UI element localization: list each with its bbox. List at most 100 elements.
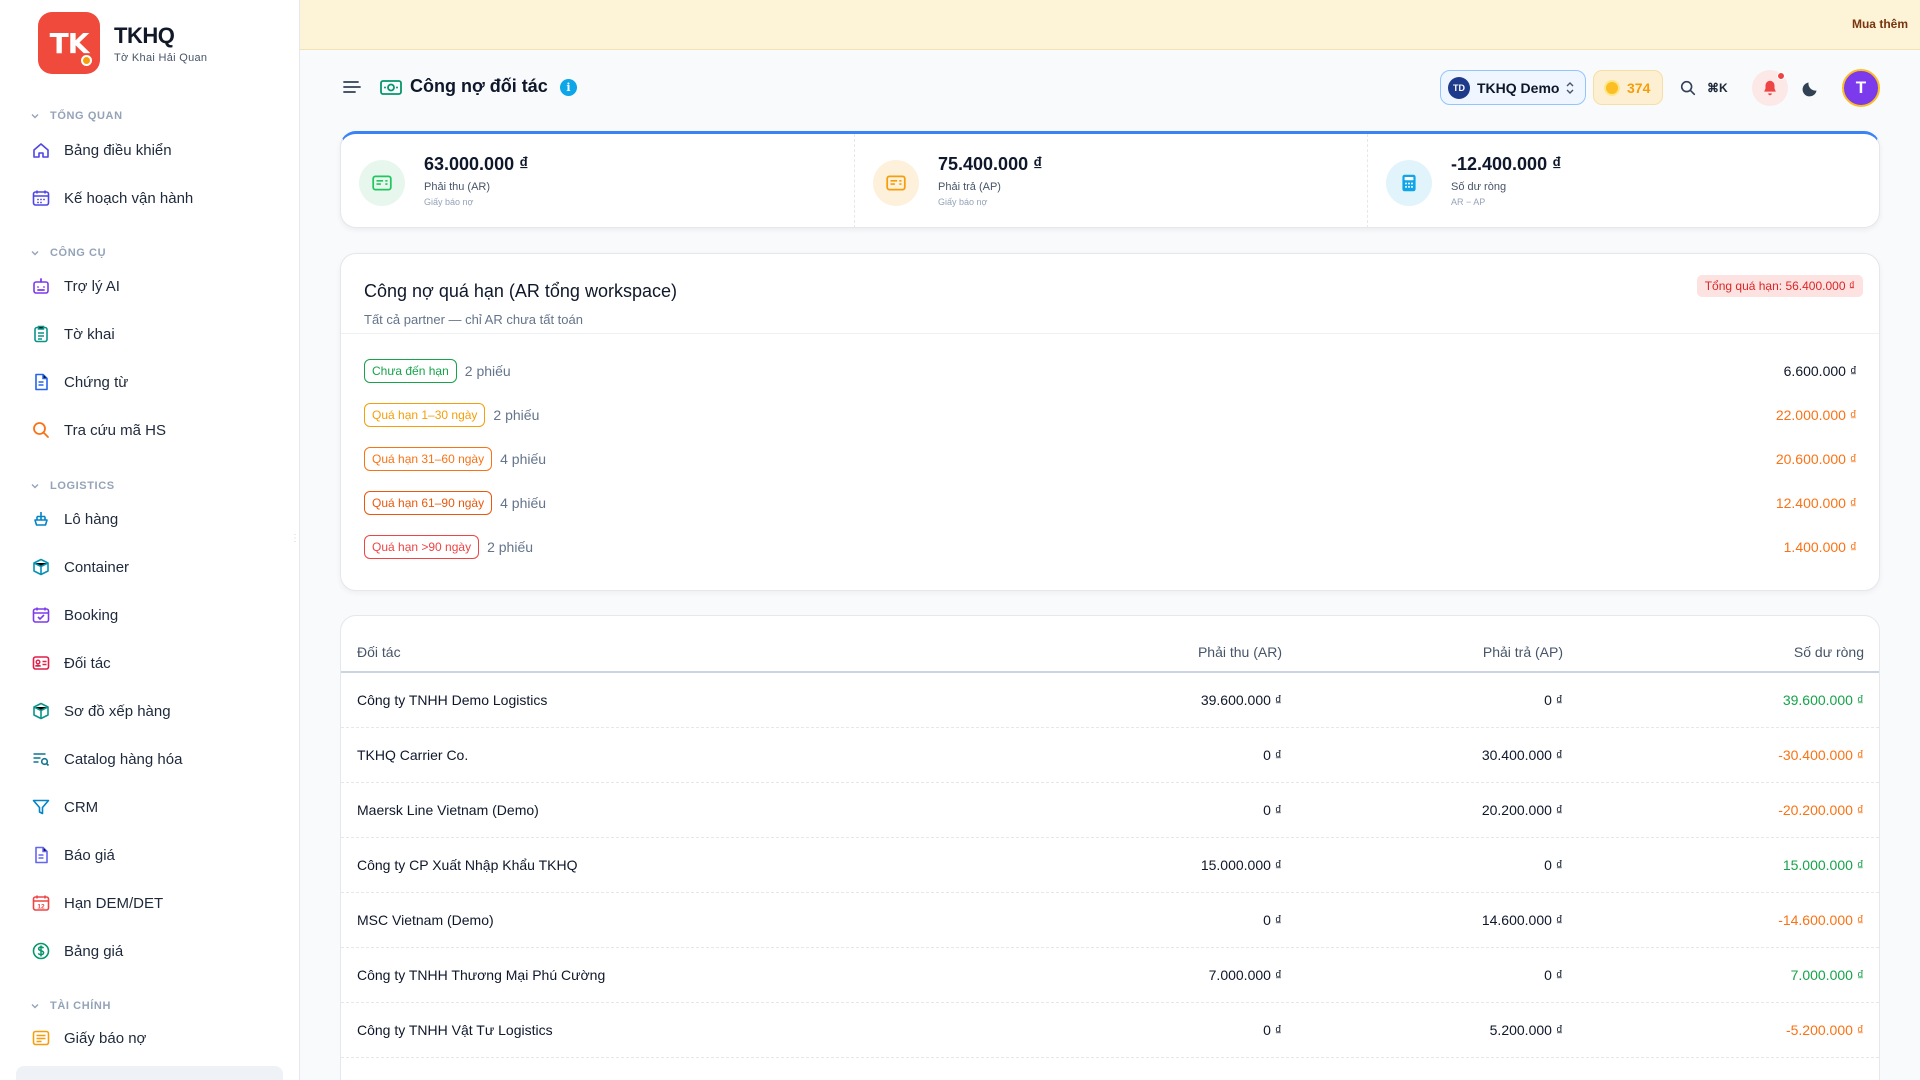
sidebar-item[interactable]: Booking <box>18 595 283 635</box>
sidebar-item-label: Sơ đồ xếp hàng <box>64 702 171 720</box>
sidebar-item[interactable]: Báo giá <box>18 835 283 875</box>
sidebar-section-header[interactable]: LOGISTICS <box>30 480 115 492</box>
stat-value: 63.000.000 ₫ <box>424 154 529 174</box>
sidebar-resize-handle[interactable]: ⋮⋮ <box>290 533 299 544</box>
ar-cell: 39.600.000 ₫ <box>1200 692 1282 708</box>
home-icon <box>30 139 52 161</box>
calendar-12-icon: 12 <box>30 892 52 914</box>
buy-more-button[interactable]: Mua thêm <box>1852 17 1908 31</box>
sidebar-item[interactable]: 12 Hạn DEM/DET <box>18 883 283 923</box>
net-balance-cell: 15.000.000 ₫ <box>1782 857 1864 873</box>
stat-label: Phải thu (AR) <box>424 181 491 193</box>
sidebar-item-label: Catalog hàng hóa <box>64 750 183 768</box>
notifications-button[interactable] <box>1752 70 1788 106</box>
sidebar-item[interactable]: Giấy báo nợ <box>18 1018 283 1058</box>
search-shortcut: ⌘K <box>1707 80 1728 95</box>
sidebar-item[interactable]: Chứng từ <box>18 362 283 402</box>
partner-name-cell: Công ty CP Xuất Nhập Khẩu TKHQ <box>357 857 578 873</box>
sidebar-item[interactable]: Container <box>18 547 283 587</box>
overdue-bucket-row: Quá hạn >90 ngày 2 phiếu 1.400.000 ₫ <box>364 534 1857 560</box>
sidebar-item[interactable]: Bảng giá <box>18 931 283 971</box>
chevron-down-icon <box>31 251 39 256</box>
sidebar-item[interactable]: Catalog hàng hóa <box>18 739 283 779</box>
page-title: Công nợ đối tác <box>410 76 548 96</box>
credits-value: 374 <box>1627 79 1651 96</box>
sidebar-item[interactable]: CRM <box>18 787 283 827</box>
sidebar-item[interactable]: Đối tác <box>18 643 283 683</box>
table-row[interactable]: TKHQ Carrier Co. 0 ₫ 30.400.000 ₫ -30.400.0… <box>341 728 1879 783</box>
app-root: TK TKHQ Tờ Khai Hải Quan TỔNG QUAN Bảng đ… <box>0 0 1920 1080</box>
table-row[interactable]: Công ty TNHH Thương Mại Phú Cường 7.000.0… <box>341 948 1879 1003</box>
overdue-title: Công nợ quá hạn (AR tổng workspace) <box>364 281 677 301</box>
box-icon <box>30 556 52 578</box>
table-row[interactable]: Công ty TNHH Demo Logistics 39.600.000 ₫ 0… <box>341 673 1879 728</box>
sidebar-section-label: TÀI CHÍNH <box>50 1000 112 1012</box>
calculator-receipt-icon <box>359 160 405 206</box>
workspace-switcher[interactable]: TD TKHQ Demo <box>1440 70 1586 105</box>
overdue-bucket-row: Quá hạn 61–90 ngày 4 phiếu 12.400.000 ₫ <box>364 490 1857 516</box>
sidebar-item[interactable]: Bảng điều khiển <box>18 130 283 170</box>
overdue-bucket-row: Quá hạn 1–30 ngày 2 phiếu 22.000.000 ₫ <box>364 402 1857 428</box>
partner-name-cell: MSC Vietnam (Demo) <box>357 912 494 928</box>
sidebar-item-label: Chứng từ <box>64 373 129 391</box>
sidebar-section-header[interactable]: TÀI CHÍNH <box>30 1000 111 1012</box>
bell-icon <box>1764 80 1776 96</box>
calendar-grid-icon <box>30 187 52 209</box>
payable-receipt-icon <box>873 160 919 206</box>
sidebar-section-header[interactable]: TỔNG QUAN <box>30 110 123 122</box>
sidebar-item-label: Trợ lý AI <box>64 277 120 295</box>
funnel-icon <box>30 796 52 818</box>
sidebar-item[interactable]: Trợ lý AI <box>18 266 283 306</box>
info-icon[interactable]: i <box>560 79 577 96</box>
ar-cell: 7.000.000 ₫ <box>1208 967 1282 983</box>
overdue-bucket-amount: 12.400.000 ₫ <box>1775 495 1857 511</box>
theme-toggle-button[interactable] <box>1797 74 1825 102</box>
sidebar-item-label: Bảng giá <box>64 942 124 960</box>
ap-cell: 30.400.000 ₫ <box>1481 747 1563 763</box>
stat-subtext: Giấy báo nợ <box>424 197 474 207</box>
net-balance-cell: 39.600.000 ₫ <box>1782 692 1864 708</box>
sidebar-item[interactable]: Tờ khai <box>18 314 283 354</box>
dollar-circle-icon <box>30 940 52 962</box>
ap-cell: 0 ₫ <box>1544 967 1563 983</box>
sidebar-item[interactable]: Lô hàng <box>18 499 283 539</box>
column-header-ar[interactable]: Phải thu (AR) <box>1198 644 1282 660</box>
partner-name-cell: Công ty TNHH Thương Mại Phú Cường <box>357 967 606 983</box>
overdue-bucket-tag: Quá hạn 1–30 ngày <box>364 403 486 427</box>
sidebar-item-label: Tờ khai <box>64 325 115 343</box>
chevron-down-icon <box>31 114 39 119</box>
table-row[interactable]: Công ty TNHH Vật Tư Logistics 0 ₫ 5.200.00… <box>341 1003 1879 1058</box>
brand[interactable]: TK TKHQ Tờ Khai Hải Quan <box>38 12 207 74</box>
stat-value: 75.400.000 ₫ <box>938 154 1043 174</box>
search-icon <box>1680 80 1696 95</box>
overdue-bucket-tag: Chưa đến hạn <box>364 359 457 383</box>
ar-cell: 0 ₫ <box>1263 747 1282 763</box>
column-header-ap[interactable]: Phải trả (AP) <box>1483 644 1563 660</box>
sidebar-item-label: Bảng điều khiển <box>64 141 172 159</box>
menu-toggle-icon[interactable] <box>342 77 362 97</box>
sidebar-item-label: Giấy báo nợ <box>64 1029 147 1047</box>
table-row[interactable]: Maersk Line Vietnam (Demo) 0 ₫ 20.200.000 … <box>341 783 1879 838</box>
sidebar-item[interactable]: Kế hoạch vận hành <box>18 178 283 218</box>
summary-card: 63.000.000 ₫ Phải thu (AR) Giấy báo nợ 75.4… <box>340 131 1880 228</box>
user-avatar[interactable]: T <box>1842 69 1880 107</box>
divider <box>341 333 1879 334</box>
column-header-partner[interactable]: Đối tác <box>357 644 401 660</box>
logo-dot <box>81 55 92 66</box>
table-row[interactable]: MSC Vietnam (Demo) 0 ₫ 14.600.000 ₫ -14.600… <box>341 893 1879 948</box>
ar-cell: 0 ₫ <box>1263 1022 1282 1038</box>
sidebar-section-header[interactable]: CÔNG CỤ <box>30 247 106 259</box>
sidebar-item-active[interactable] <box>16 1066 283 1080</box>
net-balance-cell: 7.000.000 ₫ <box>1790 967 1864 983</box>
sidebar-item[interactable]: Sơ đồ xếp hàng <box>18 691 283 731</box>
ap-cell: 0 ₫ <box>1544 692 1563 708</box>
partner-balance-table: Đối tác Phải thu (AR) Phải trả (AP) Số d… <box>340 615 1880 1080</box>
page-header: Công nợ đối tác i TD TKHQ Demo 374 ⌘K T <box>300 50 1920 124</box>
sidebar-item[interactable]: Tra cứu mã HS <box>18 410 283 450</box>
brand-subtitle: Tờ Khai Hải Quan <box>114 51 208 64</box>
table-row[interactable]: Công ty CP Xuất Nhập Khẩu TKHQ 15.000.000… <box>341 838 1879 893</box>
credits-badge[interactable]: 374 <box>1593 70 1663 105</box>
search-button[interactable]: ⌘K <box>1672 70 1744 105</box>
column-header-net[interactable]: Số dư ròng <box>1794 644 1864 660</box>
document-icon <box>30 371 52 393</box>
